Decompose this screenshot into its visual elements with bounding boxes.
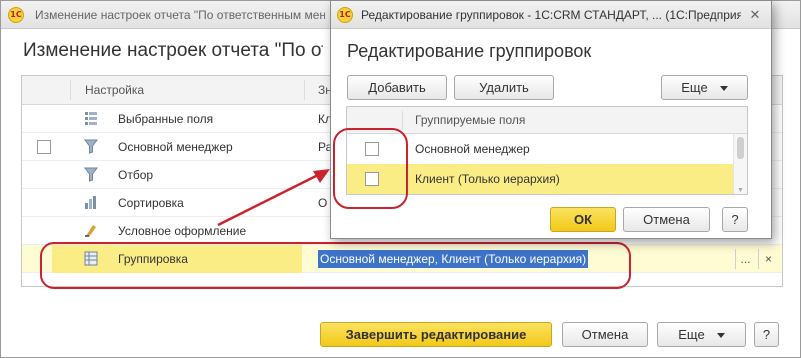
scroll-down-icon[interactable]: ▼	[737, 187, 744, 194]
grid-row-selected[interactable]: Клиент (Только иерархия)	[347, 164, 733, 194]
row-setting-name: Основной менеджер	[118, 140, 233, 154]
filter-funnel-icon	[84, 167, 98, 182]
row-setting-name: Условное оформление	[118, 224, 247, 238]
conditional-format-icon	[85, 225, 96, 237]
table-row-selected[interactable]: Группировка Основной менеджер, Клиент (Т…	[22, 245, 782, 273]
column-separator	[304, 80, 305, 100]
clear-value-button[interactable]: ×	[758, 249, 778, 269]
grid-header: Группируемые поля	[347, 107, 747, 134]
ok-button[interactable]: ОК	[550, 207, 616, 232]
grouping-fields-grid: Группируемые поля Основной менеджер Клие…	[346, 106, 748, 195]
column-header-setting[interactable]: Настройка	[85, 76, 285, 104]
help-button[interactable]: ?	[754, 322, 779, 347]
fields-icon	[85, 112, 97, 125]
row-checkbox[interactable]	[37, 140, 51, 154]
dialog-title-bar: 1С Редактирование группировок - 1С:CRM С…	[331, 1, 771, 29]
column-separator	[70, 80, 71, 100]
column-header-grouped-fields[interactable]: Группируемые поля	[415, 107, 525, 134]
row-setting-name: Группировка	[118, 252, 188, 266]
add-button[interactable]: Добавить	[347, 75, 447, 100]
grid-row-label: Клиент (Только иерархия)	[415, 172, 560, 186]
more-menu-button[interactable]: Еще	[657, 322, 746, 347]
more-menu-label: Еще	[678, 327, 705, 342]
row-setting-value-selected[interactable]: Основной менеджер, Клиент (Только иерарх…	[318, 250, 589, 268]
sort-icon	[85, 196, 96, 209]
grouping-icon	[84, 251, 98, 266]
filter-funnel-icon	[84, 139, 98, 154]
grouping-edit-dialog: 1С Редактирование группировок - 1С:CRM С…	[330, 0, 772, 239]
row-checkbox[interactable]	[365, 142, 379, 156]
grid-row-label: Основной менеджер	[415, 142, 530, 156]
dialog-cancel-button[interactable]: Отмена	[623, 207, 710, 232]
close-icon[interactable]: ✕	[747, 7, 763, 23]
dialog-more-menu-button[interactable]: Еще	[661, 75, 748, 100]
finish-editing-button[interactable]: Завершить редактирование	[320, 322, 552, 347]
row-checkbox[interactable]	[365, 172, 379, 186]
dialog-more-label: Еще	[681, 80, 708, 95]
row-setting-name: Отбор	[118, 168, 154, 182]
delete-button[interactable]: Удалить	[454, 75, 554, 100]
main-window-title: Изменение настроек отчета "По ответствен…	[35, 8, 325, 22]
chevron-down-icon	[719, 86, 728, 92]
1c-logo-icon: 1С	[8, 7, 24, 23]
row-setting-name: Сортировка	[118, 196, 184, 210]
dialog-window-title: Редактирование группировок - 1С:CRM СТАН…	[361, 8, 741, 22]
dialog-help-button[interactable]: ?	[722, 207, 748, 232]
dialog-heading: Редактирование группировок	[347, 41, 592, 61]
scrollbar-thumb[interactable]	[737, 137, 744, 159]
vertical-scrollbar[interactable]: ▼	[733, 134, 747, 194]
column-separator	[402, 111, 403, 130]
cancel-button[interactable]: Отмена	[562, 322, 648, 347]
page-title: Изменение настроек отчета "По отв	[23, 40, 323, 61]
1c-logo-icon: 1С	[337, 7, 353, 23]
choose-value-button[interactable]: ...	[735, 249, 755, 269]
row-setting-name: Выбранные поля	[118, 112, 214, 126]
chevron-down-icon	[716, 333, 725, 339]
grid-row[interactable]: Основной менеджер	[347, 134, 733, 164]
